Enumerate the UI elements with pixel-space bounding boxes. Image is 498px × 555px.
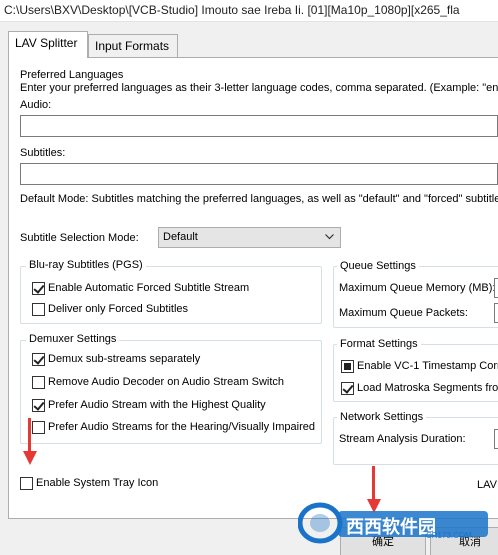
remove-audio-decoder-label: Remove Audio Decoder on Audio Stream Swi… <box>48 376 285 388</box>
audio-label: Audio: <box>20 99 52 111</box>
max-queue-memory-input[interactable] <box>494 278 498 298</box>
checkbox-box[interactable] <box>341 382 354 395</box>
stream-analysis-input[interactable] <box>494 429 498 449</box>
deliver-forced-only-label: Deliver only Forced Subtitles <box>48 303 189 315</box>
subtitle-selection-value: Default <box>163 231 198 243</box>
checkbox-box[interactable] <box>32 376 45 389</box>
prefer-highest-quality-label: Prefer Audio Stream with the Highest Qua… <box>48 399 266 411</box>
subtitle-selection-label: Subtitle Selection Mode: <box>20 232 139 244</box>
format-settings-title: Format Settings <box>337 338 421 350</box>
demuxer-settings-title: Demuxer Settings <box>26 333 120 345</box>
system-tray-checkbox[interactable]: Enable System Tray Icon <box>20 476 220 492</box>
vc1-timestamp-checkbox[interactable]: Enable VC-1 Timestamp Corre <box>341 359 498 375</box>
subtitle-selection-select[interactable]: Default <box>158 227 341 248</box>
network-settings-title: Network Settings <box>337 411 427 423</box>
prefer-impaired-audio-checkbox[interactable]: Prefer Audio Streams for the Hearing/Vis… <box>32 420 317 436</box>
max-queue-packets-label: Maximum Queue Packets: <box>339 307 468 319</box>
max-queue-packets-input[interactable] <box>494 303 498 323</box>
subtitles-label: Subtitles: <box>20 147 66 159</box>
subtitle-languages-input[interactable] <box>20 163 498 185</box>
preferred-languages-description: Enter your preferred languages as their … <box>20 82 498 94</box>
max-queue-memory-label: Maximum Queue Memory (MB): <box>339 282 496 294</box>
enable-forced-subtitle-checkbox[interactable]: Enable Automatic Forced Subtitle Stream <box>32 281 312 297</box>
default-mode-description: Default Mode: Subtitles matching the pre… <box>20 193 498 205</box>
audio-languages-input[interactable] <box>20 115 498 137</box>
checkbox-box[interactable] <box>32 303 45 316</box>
lav-version-text: LAV <box>477 479 497 491</box>
tab-input-formats[interactable]: Input Formats <box>88 34 178 57</box>
watermark-logo: 西西软件园 CR173.COM <box>297 501 498 545</box>
checkbox-box[interactable] <box>20 477 33 490</box>
system-tray-label: Enable System Tray Icon <box>36 477 159 489</box>
preferred-languages-heading: Preferred Languages <box>20 69 124 81</box>
checkbox-box[interactable] <box>32 353 45 366</box>
stream-analysis-label: Stream Analysis Duration: <box>339 433 466 445</box>
red-arrow-icon <box>22 418 38 468</box>
deliver-forced-only-checkbox[interactable]: Deliver only Forced Subtitles <box>32 302 312 318</box>
matroska-segments-label: Load Matroska Segments from <box>357 382 498 394</box>
bluray-subtitles-title: Blu-ray Subtitles (PGS) <box>26 259 146 271</box>
checkbox-box[interactable] <box>32 282 45 295</box>
matroska-segments-checkbox[interactable]: Load Matroska Segments from <box>341 381 498 397</box>
chevron-down-icon <box>325 234 334 240</box>
prefer-impaired-audio-label: Prefer Audio Streams for the Hearing/Vis… <box>48 421 315 433</box>
enable-forced-subtitle-label: Enable Automatic Forced Subtitle Stream <box>48 282 250 294</box>
queue-settings-title: Queue Settings <box>337 260 419 272</box>
watermark-text: 西西软件园 <box>346 517 436 537</box>
remove-audio-decoder-checkbox[interactable]: Remove Audio Decoder on Audio Stream Swi… <box>32 375 317 391</box>
tab-lav-splitter[interactable]: LAV Splitter <box>8 31 88 58</box>
demux-substreams-label: Demux sub-streams separately <box>48 353 201 365</box>
prefer-highest-quality-checkbox[interactable]: Prefer Audio Stream with the Highest Qua… <box>32 398 317 414</box>
checkbox-box[interactable] <box>341 360 354 373</box>
watermark-url: CR173.COM <box>426 531 472 540</box>
demux-substreams-checkbox[interactable]: Demux sub-streams separately <box>32 352 317 368</box>
vc1-timestamp-label: Enable VC-1 Timestamp Corre <box>357 360 498 372</box>
window-title: C:\Users\BXV\Desktop\[VCB-Studio] Imouto… <box>0 0 498 22</box>
checkbox-box[interactable] <box>32 399 45 412</box>
